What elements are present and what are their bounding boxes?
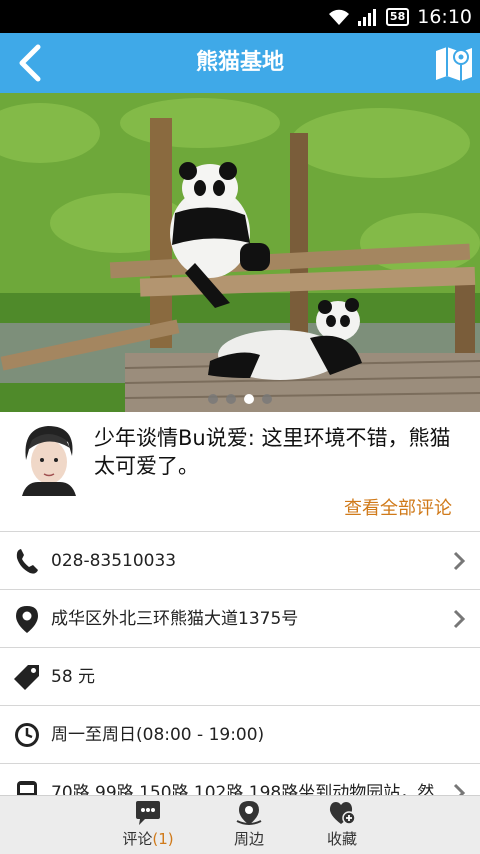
carousel-indicator bbox=[0, 394, 480, 404]
hours-text: 周一至周日(08:00 - 19:00) bbox=[51, 725, 265, 745]
carousel-dot-active[interactable] bbox=[244, 394, 254, 404]
price-tag-icon bbox=[14, 665, 39, 690]
panda-photo bbox=[0, 93, 480, 412]
address-text: 成华区外北三环熊猫大道1375号 bbox=[51, 609, 299, 629]
comment-icon bbox=[136, 801, 160, 825]
tab-favorite-label: 收藏 bbox=[326, 830, 357, 848]
tab-comments-label: 评论 bbox=[122, 830, 153, 848]
wifi-icon bbox=[328, 9, 349, 25]
review-text: 少年谈情Bu说爱: 这里环境不错，熊猫太可爱了。 bbox=[94, 426, 451, 478]
carousel-dot[interactable] bbox=[208, 394, 218, 404]
tab-comments[interactable]: 评论(1) bbox=[98, 796, 198, 854]
favorite-add-icon bbox=[329, 802, 356, 825]
comment-count: (1) bbox=[152, 830, 174, 848]
carousel-dot[interactable] bbox=[226, 394, 236, 404]
chevron-right-icon bbox=[453, 609, 466, 629]
clock-icon bbox=[15, 723, 39, 747]
page-title: 熊猫基地 bbox=[195, 50, 284, 75]
review-section: 少年谈情Bu说爱: 这里环境不错，熊猫太可爱了。 查看全部评论 bbox=[0, 412, 480, 532]
tab-nearby-label: 周边 bbox=[233, 830, 264, 848]
signal-icon bbox=[357, 8, 376, 26]
bottom-tab-bar: 评论(1) 周边 收藏 bbox=[0, 795, 480, 854]
nearby-icon bbox=[236, 801, 262, 825]
phone-row[interactable]: 028-83510033 bbox=[0, 532, 480, 590]
carousel-dot[interactable] bbox=[262, 394, 272, 404]
price-row: 58 元 bbox=[0, 648, 480, 706]
tab-nearby[interactable]: 周边 bbox=[199, 796, 299, 854]
map-icon[interactable] bbox=[434, 43, 474, 83]
photo-carousel[interactable] bbox=[0, 93, 480, 412]
location-pin-icon bbox=[16, 606, 38, 633]
chevron-right-icon bbox=[453, 551, 466, 571]
phone-number: 028-83510033 bbox=[51, 551, 177, 571]
price-text: 58 元 bbox=[51, 667, 96, 687]
avatar[interactable] bbox=[18, 420, 78, 496]
see-all-reviews-link[interactable]: 查看全部评论 bbox=[344, 494, 452, 520]
nav-bar: 熊猫基地 bbox=[0, 33, 480, 93]
clock-time: 16:10 bbox=[417, 5, 472, 28]
address-row[interactable]: 成华区外北三环熊猫大道1375号 bbox=[0, 590, 480, 648]
hours-row: 周一至周日(08:00 - 19:00) bbox=[0, 706, 480, 764]
battery-icon: 58 bbox=[385, 7, 410, 26]
phone-icon bbox=[16, 549, 38, 574]
status-bar: 58 16:10 bbox=[0, 0, 480, 33]
tab-favorite[interactable]: 收藏 bbox=[292, 796, 392, 854]
